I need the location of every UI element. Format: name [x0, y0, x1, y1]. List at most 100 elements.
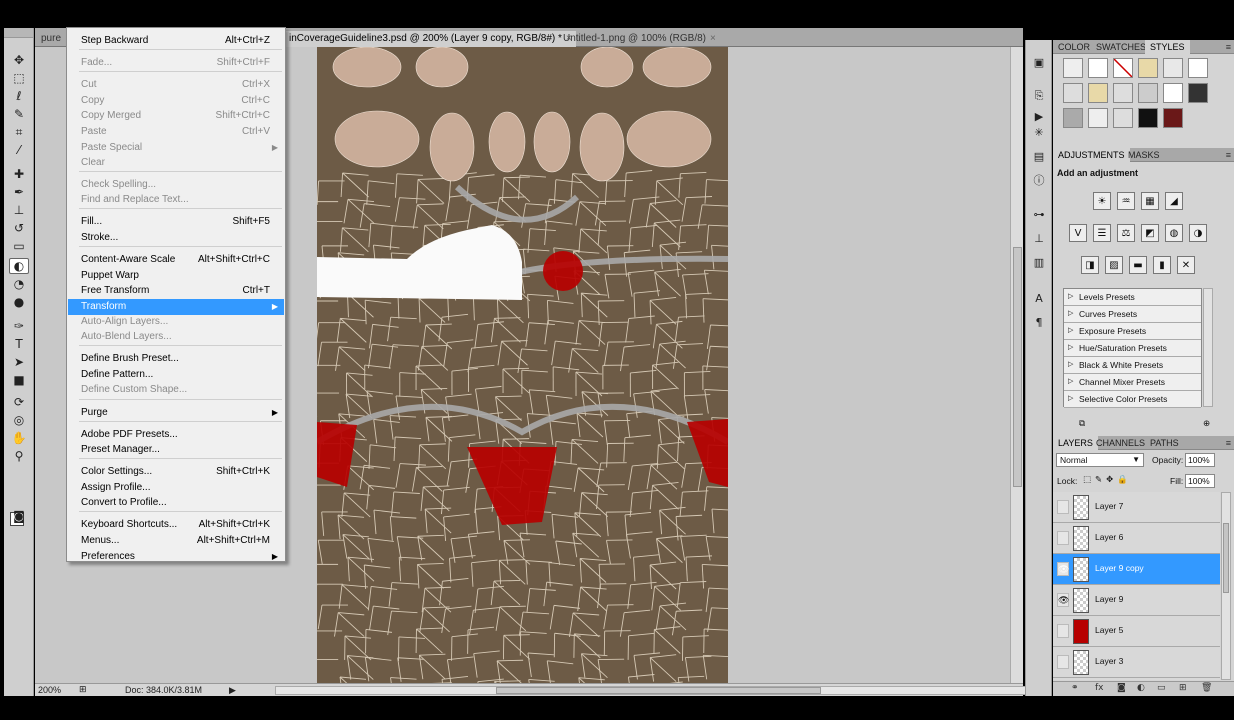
clone-stamp-tool-icon[interactable]: ⊥ [9, 202, 29, 218]
preset-item[interactable]: ▷ Black & White Presets [1064, 357, 1201, 374]
pen-tool-icon[interactable]: ✑ [9, 318, 29, 334]
menu-item-check-spelling[interactable]: Check Spelling... [68, 177, 284, 193]
layers-scrollbar[interactable] [1221, 492, 1231, 680]
doc-tab-active[interactable]: inCoverageGuideline3.psd @ 200% (Layer 9… [285, 31, 576, 47]
layer-row[interactable]: 👁 Layer 9 copy [1053, 554, 1220, 585]
lock-icons[interactable]: ⬚✎✥🔒 [1083, 475, 1132, 485]
preset-item[interactable]: ▷ Exposure Presets [1064, 323, 1201, 340]
tab-paths[interactable]: PATHS [1145, 436, 1184, 450]
color-balance-icon[interactable]: ⚖ [1117, 224, 1135, 242]
menu-item-clear[interactable]: Clear [68, 155, 284, 171]
preset-item[interactable]: ▷ Channel Mixer Presets [1064, 374, 1201, 391]
expand-triangle-icon[interactable]: ▷ [1068, 391, 1073, 407]
panel-menu-icon[interactable]: ≡ [1226, 436, 1231, 450]
menu-item-cut[interactable]: Cut Ctrl+X [68, 77, 284, 93]
menu-item-paste-special[interactable]: Paste Special ▶ [68, 140, 284, 156]
menu-item-convert-to-profile[interactable]: Convert to Profile... [68, 495, 284, 511]
panel-menu-icon[interactable]: ≡ [1226, 40, 1231, 54]
zoom-tool-icon[interactable]: ⚲ [9, 448, 29, 464]
layer-row[interactable]: 👁 Layer 9 [1053, 585, 1220, 616]
presets-scrollbar[interactable] [1203, 288, 1213, 407]
visibility-eye-icon[interactable] [1057, 624, 1069, 638]
style-swatch[interactable] [1113, 108, 1133, 128]
menu-item-fill[interactable]: Fill... Shift+F5 [68, 214, 284, 230]
visibility-eye-icon[interactable] [1057, 655, 1069, 669]
brush-tool-icon[interactable]: ✒ [9, 184, 29, 200]
3d-orbit-tool-icon[interactable]: ◎ [9, 412, 29, 428]
style-swatch[interactable] [1088, 58, 1108, 78]
brightness-contrast-icon[interactable]: ☀ [1093, 192, 1111, 210]
tab-channels[interactable]: CHANNELS [1091, 436, 1150, 450]
healing-brush-tool-icon[interactable]: ✚ [9, 166, 29, 182]
new-adjustment-icon[interactable]: ◐ [1137, 683, 1145, 693]
vibrance-icon[interactable]: V [1069, 224, 1087, 242]
preset-item[interactable]: ▷ Curves Presets [1064, 306, 1201, 323]
gradient-map-icon[interactable]: ▮ [1153, 256, 1171, 274]
marquee-tool-icon[interactable]: ⬚ [9, 70, 29, 86]
quick-mask-icon[interactable]: ◙ [9, 508, 29, 524]
scroll-thumb[interactable] [496, 687, 821, 694]
selective-color-icon[interactable]: ✕ [1177, 256, 1195, 274]
add-mask-icon[interactable]: ◙ [1117, 683, 1126, 693]
link-layers-icon[interactable]: ⚭ [1071, 683, 1079, 693]
style-swatch[interactable] [1088, 83, 1108, 103]
tools-grip[interactable] [4, 28, 33, 38]
curves-icon[interactable]: ▦ [1141, 192, 1159, 210]
menu-item-define-custom-shape[interactable]: Define Custom Shape... [68, 382, 284, 398]
visibility-eye-icon[interactable] [1057, 531, 1069, 545]
menu-item-adobe-pdf-presets[interactable]: Adobe PDF Presets... [68, 427, 284, 443]
history-icon[interactable]: ⎘ [1030, 88, 1048, 104]
visibility-eye-icon[interactable]: 👁 [1057, 562, 1069, 576]
menu-item-purge[interactable]: Purge ▶ [68, 405, 284, 421]
expand-triangle-icon[interactable]: ▷ [1068, 357, 1073, 373]
menu-item-copy-merged[interactable]: Copy Merged Shift+Ctrl+C [68, 108, 284, 124]
clone-source-icon[interactable]: ⊥ [1030, 230, 1048, 246]
levels-icon[interactable]: ♒ [1117, 192, 1135, 210]
histogram-icon[interactable]: ▤ [1030, 148, 1048, 164]
path-selection-tool-icon[interactable]: ➤ [9, 354, 29, 370]
style-swatch[interactable] [1138, 108, 1158, 128]
menu-item-content-aware-scale[interactable]: Content-Aware Scale Alt+Shift+Ctrl+C [68, 252, 284, 268]
style-swatch[interactable] [1188, 58, 1208, 78]
history-brush-tool-icon[interactable]: ↺ [9, 220, 29, 236]
menu-item-preferences[interactable]: Preferences ▶ [68, 549, 284, 565]
menu-item-free-transform[interactable]: Free Transform Ctrl+T [68, 283, 284, 299]
visibility-eye-icon[interactable] [1057, 500, 1069, 514]
eyedropper-tool-icon[interactable]: ⁄ [9, 142, 29, 158]
canvas-vertical-scrollbar[interactable] [1010, 47, 1023, 683]
tab-adjustments[interactable]: ADJUSTMENTS [1053, 148, 1130, 162]
style-swatch[interactable] [1113, 83, 1133, 103]
expand-triangle-icon[interactable]: ▷ [1068, 306, 1073, 322]
type-tool-icon[interactable]: T [9, 336, 29, 352]
preset-item[interactable]: ▷ Hue/Saturation Presets [1064, 340, 1201, 357]
gradient-tool-icon[interactable]: ◐ [9, 258, 29, 274]
style-swatch[interactable] [1163, 83, 1183, 103]
paragraph-icon[interactable]: ¶ [1030, 314, 1048, 330]
layer-row[interactable]: Layer 3 [1053, 647, 1220, 678]
layer-row[interactable]: Layer 6 [1053, 523, 1220, 554]
posterize-icon[interactable]: ▨ [1105, 256, 1123, 274]
menu-item-auto-blend-layers[interactable]: Auto-Blend Layers... [68, 329, 284, 345]
fill-input[interactable]: 100% [1185, 474, 1215, 488]
brush-presets-icon[interactable]: ⊶ [1030, 206, 1048, 222]
black-white-icon[interactable]: ◩ [1141, 224, 1159, 242]
photo-filter-icon[interactable]: ◍ [1165, 224, 1183, 242]
actions-icon[interactable]: ▶ [1030, 108, 1048, 124]
doc-tab-pure[interactable]: pure [37, 31, 65, 47]
navigator-icon[interactable]: ✳ [1030, 124, 1048, 140]
crop-tool-icon[interactable]: ⌗ [9, 124, 29, 140]
uv-texture-image[interactable] [317, 47, 728, 683]
menu-item-fade[interactable]: Fade... Shift+Ctrl+F [68, 55, 284, 71]
hue-saturation-icon[interactable]: ☰ [1093, 224, 1111, 242]
style-swatch[interactable] [1063, 108, 1083, 128]
style-swatch[interactable] [1138, 58, 1158, 78]
scroll-thumb[interactable] [1013, 247, 1022, 487]
close-icon[interactable]: × [710, 33, 716, 44]
style-swatch[interactable] [1063, 83, 1083, 103]
3d-rotate-tool-icon[interactable]: ⟳ [9, 394, 29, 410]
layer-style-icon[interactable]: fx [1095, 683, 1104, 693]
opacity-input[interactable]: 100% [1185, 453, 1215, 467]
new-layer-icon[interactable]: ⊞ [1179, 683, 1187, 693]
tab-styles[interactable]: STYLES [1145, 40, 1190, 54]
menu-item-define-brush-preset[interactable]: Define Brush Preset... [68, 351, 284, 367]
